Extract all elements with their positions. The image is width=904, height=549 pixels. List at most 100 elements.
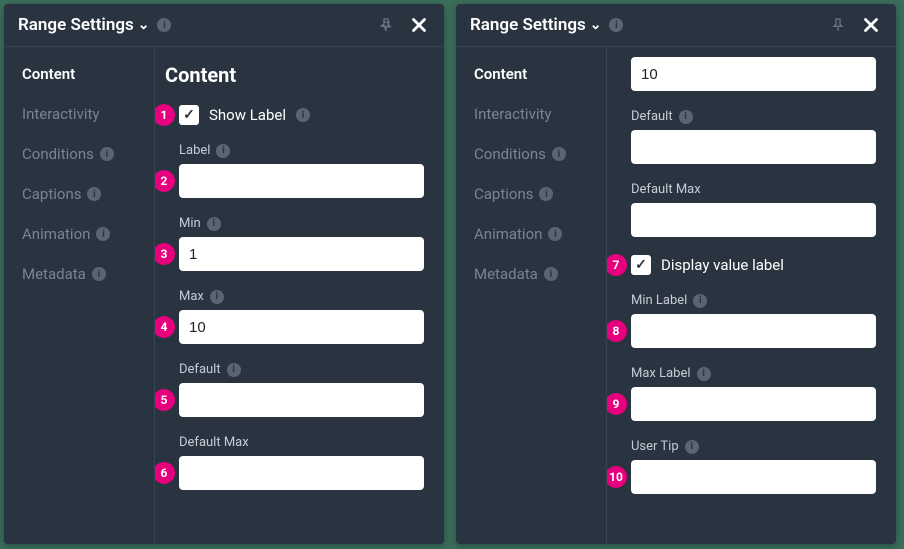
sidebar-item-label: Conditions (474, 145, 546, 163)
info-icon: i (548, 227, 562, 241)
annotation-marker: 7 (606, 254, 627, 276)
pin-icon[interactable] (378, 17, 394, 33)
sidebar-item-label: Animation (22, 225, 90, 243)
max-label-field: 9 Max Labeli (617, 366, 876, 421)
sidebar-item-label: Interactivity (22, 105, 100, 123)
field-label: Labeli (179, 143, 424, 158)
annotation-marker: 4 (154, 316, 175, 338)
sidebar-item-metadata[interactable]: Metadatai (22, 265, 154, 283)
info-icon[interactable]: i (210, 290, 224, 304)
min-field: 3 Mini (165, 216, 424, 271)
default-max-field: 6 Default Max (165, 435, 424, 490)
annotation-marker: 8 (606, 320, 627, 342)
field-label: Default Max (631, 182, 876, 197)
default-max-field: Default Max (617, 182, 876, 237)
sidebar-item-label: Animation (474, 225, 542, 243)
field-label: Defaulti (631, 109, 876, 124)
content-area: Defaulti Default Max 7 ✓ Display value l… (606, 47, 896, 544)
annotation-marker: 9 (606, 393, 627, 415)
panel-body: Content Interactivity Conditionsi Captio… (4, 47, 444, 544)
panel-title[interactable]: Range Settings ⌄ (18, 15, 149, 35)
panel-body: Content Interactivity Conditions i Captio… (456, 47, 896, 544)
field-label: User Tipi (631, 439, 876, 454)
section-title: Content (165, 63, 424, 87)
max-label-input[interactable] (631, 387, 876, 421)
settings-panel-left: Range Settings ⌄ i Content Interactivity… (4, 4, 444, 544)
sidebar-item-interactivity[interactable]: Interactivity (22, 105, 154, 123)
sidebar-item-captions[interactable]: Captions i (474, 185, 606, 203)
max-field: 4 Maxi (165, 289, 424, 344)
sidebar-item-label: Metadata (22, 265, 86, 283)
panel-title-text: Range Settings (18, 15, 134, 35)
sidebar-item-interactivity[interactable]: Interactivity (474, 105, 606, 123)
sidebar-item-conditions[interactable]: Conditionsi (22, 145, 154, 163)
field-label: Mini (179, 216, 424, 231)
info-icon[interactable]: i (693, 294, 707, 308)
field-label: Min Labeli (631, 293, 876, 308)
default-field: 5 Defaulti (165, 362, 424, 417)
info-icon[interactable]: i (679, 110, 693, 124)
sidebar: Content Interactivity Conditions i Captio… (456, 47, 606, 544)
max-input[interactable] (179, 310, 424, 344)
field-label: Default Max (179, 435, 424, 450)
panel-header: Range Settings ⌄ i (456, 4, 896, 47)
info-icon[interactable]: i (216, 144, 230, 158)
header-actions (378, 14, 430, 36)
display-value-label-checkbox[interactable]: ✓ (631, 255, 651, 275)
min-input[interactable] (179, 237, 424, 271)
info-icon[interactable]: i (697, 367, 711, 381)
panel-title[interactable]: Range Settings ⌄ (470, 15, 601, 35)
min-label-field: 8 Min Labeli (617, 293, 876, 348)
info-icon[interactable]: i (296, 108, 310, 122)
sidebar-item-content[interactable]: Content (474, 65, 606, 83)
display-value-label-text: Display value label (661, 256, 784, 274)
annotation-marker: 5 (154, 389, 175, 411)
info-icon[interactable]: i (207, 217, 221, 231)
info-icon[interactable]: i (609, 18, 623, 32)
top-value-input[interactable] (631, 57, 876, 91)
sidebar-item-conditions[interactable]: Conditions i (474, 145, 606, 163)
show-label-checkbox[interactable]: ✓ (179, 105, 199, 125)
default-input[interactable] (179, 383, 424, 417)
sidebar-item-label: Interactivity (474, 105, 552, 123)
annotation-marker: 3 (154, 243, 175, 265)
info-icon: i (544, 267, 558, 281)
label-field: 2 Labeli (165, 143, 424, 198)
label-input[interactable] (179, 164, 424, 198)
info-icon: i (539, 187, 553, 201)
default-field: Defaulti (617, 109, 876, 164)
panel-header: Range Settings ⌄ i (4, 4, 444, 47)
info-icon: i (552, 147, 566, 161)
chevron-down-icon: ⌄ (590, 17, 602, 33)
sidebar-item-content[interactable]: Content (22, 65, 154, 83)
info-icon[interactable]: i (685, 440, 699, 454)
close-icon[interactable] (408, 14, 430, 36)
annotation-marker: 10 (606, 466, 627, 488)
info-icon[interactable]: i (227, 363, 241, 377)
sidebar-item-label: Captions (22, 185, 81, 203)
sidebar-item-metadata[interactable]: Metadata i (474, 265, 606, 283)
header-actions (830, 14, 882, 36)
sidebar-item-label: Captions (474, 185, 533, 203)
show-label-text: Show Label (209, 106, 286, 124)
sidebar-item-label: Content (22, 65, 75, 83)
info-icon[interactable]: i (157, 18, 171, 32)
sidebar-item-label: Conditions (22, 145, 94, 163)
sidebar-item-label: Metadata (474, 265, 538, 283)
sidebar: Content Interactivity Conditionsi Captio… (4, 47, 154, 544)
sidebar-item-label: Content (474, 65, 527, 83)
info-icon: i (87, 187, 101, 201)
pin-icon[interactable] (830, 17, 846, 33)
min-label-input[interactable] (631, 314, 876, 348)
sidebar-item-captions[interactable]: Captions i (22, 185, 154, 203)
default-max-input[interactable] (179, 456, 424, 490)
default-max-input[interactable] (631, 203, 876, 237)
content-area: Content 1 ✓ Show Label i 2 Labeli 3 Mini… (154, 47, 444, 544)
sidebar-item-animation[interactable]: Animationi (22, 225, 154, 243)
annotation-marker: 2 (154, 170, 175, 192)
default-input[interactable] (631, 130, 876, 164)
annotation-marker: 6 (154, 462, 175, 484)
sidebar-item-animation[interactable]: Animation i (474, 225, 606, 243)
close-icon[interactable] (860, 14, 882, 36)
user-tip-input[interactable] (631, 460, 876, 494)
